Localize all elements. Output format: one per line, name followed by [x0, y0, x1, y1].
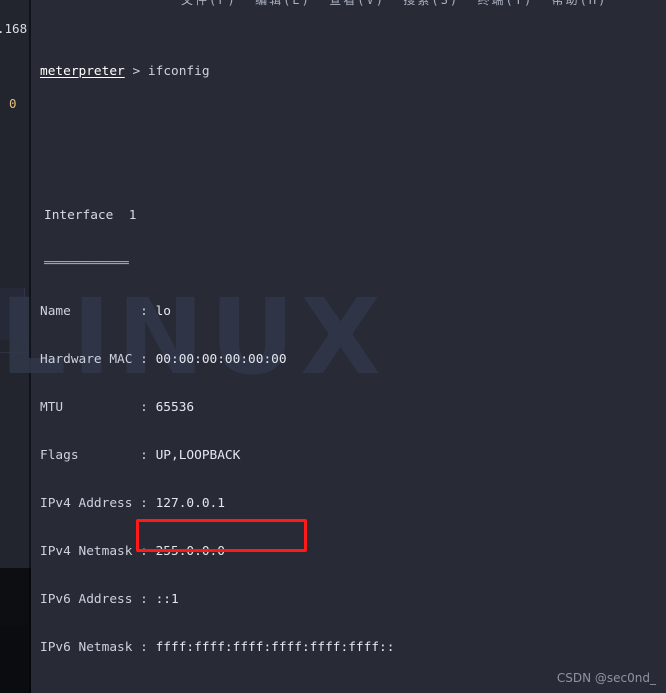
field-value: UP,LOOPBACK	[155, 448, 241, 463]
prompt-line: meterpreter > ifconfig	[31, 64, 666, 80]
field-value: 127.0.0.1	[155, 496, 225, 511]
left-window-panel	[0, 288, 25, 340]
left-window-separator	[0, 352, 29, 353]
terminal-window: .168 0 文件(F) 编辑(E) 查看(V) 搜索(S) 终端(T) 帮助(…	[0, 0, 666, 693]
left-window-text-ip-fragment: .168	[0, 21, 28, 36]
field-value: 255.0.0.0	[155, 544, 225, 559]
interface-rule: ═══════════	[44, 256, 129, 271]
prompt-command: ifconfig	[147, 64, 210, 79]
interface-heading: Interface 1	[44, 208, 137, 223]
left-window-strip-upper	[0, 0, 29, 568]
field-value: lo	[155, 304, 172, 319]
field-name: Name : lo	[40, 304, 172, 319]
prompt-username: meterpreter	[40, 64, 125, 79]
field-value: ffff:ffff:ffff:ffff:ffff:ffff::	[155, 640, 395, 655]
field-ipv6-address: IPv6 Address : ::1	[40, 592, 179, 607]
field-value: 00:00:00:00:00:00	[155, 352, 287, 367]
field-hardware-mac: Hardware MAC : 00:00:00:00:00:00	[40, 352, 287, 367]
field-value: ::1	[155, 592, 179, 607]
field-value: 65536	[155, 400, 195, 415]
left-window-strip-dark	[0, 625, 29, 693]
field-mtu: MTU : 65536	[40, 400, 195, 415]
csdn-credit: CSDN @sec0nd_	[556, 671, 656, 685]
terminal-output[interactable]: meterpreter > ifconfig Interface 1 ═════…	[31, 10, 666, 693]
field-label: Name	[40, 304, 141, 319]
menu-bar-labels[interactable]: 文件(F) 编辑(E) 查看(V) 搜索(S) 终端(T) 帮助(H)	[181, 0, 607, 8]
field-ipv6-netmask: IPv6 Netmask : ffff:ffff:ffff:ffff:ffff:…	[40, 640, 395, 655]
field-flags: Flags : UP,LOOPBACK	[40, 448, 241, 463]
field-ipv4-address: IPv4 Address : 127.0.0.1	[40, 496, 225, 511]
menu-bar[interactable]: 文件(F) 编辑(E) 查看(V) 搜索(S) 终端(T) 帮助(H)	[31, 0, 666, 10]
left-window-text-zero-fragment: 0	[9, 96, 17, 111]
field-ipv4-netmask: IPv4 Netmask : 255.0.0.0	[40, 544, 225, 559]
